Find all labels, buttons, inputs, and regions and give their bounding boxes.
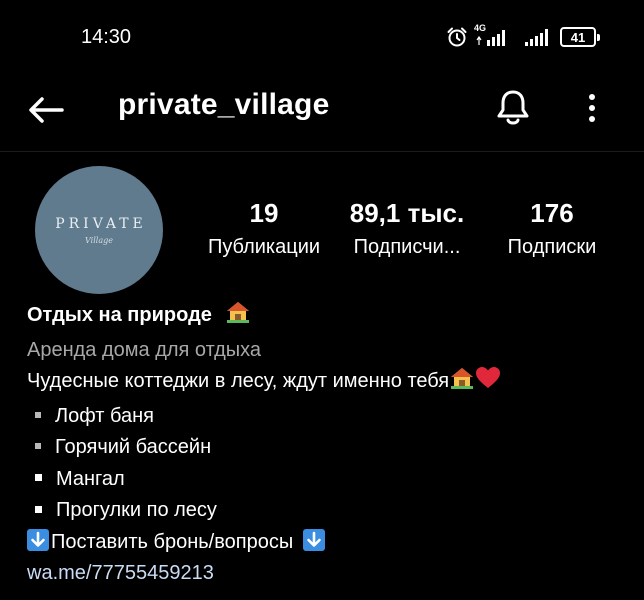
notifications-button[interactable]	[491, 86, 535, 130]
amenity-label: Горячий бассейн	[55, 436, 212, 458]
stat-posts-value: 19	[249, 198, 279, 228]
bio-name-line: Отдых на природе	[27, 300, 627, 335]
back-arrow-icon	[29, 97, 64, 123]
status-time: 14:30	[81, 26, 132, 48]
stat-following-value: 176	[530, 198, 574, 228]
bio-description: Чудесные коттеджи в лесу, ждут именно те…	[27, 370, 450, 392]
more-options-button[interactable]	[572, 86, 612, 130]
bio-name: Отдых на природе	[27, 304, 212, 326]
amenity-label: Мангал	[56, 467, 125, 490]
profile-bio: Отдых на природе Аренда дома для отдыха …	[27, 300, 627, 590]
bio-cta-line: Поставить бронь/вопросы	[27, 527, 627, 559]
heart-emoji-icon	[475, 366, 501, 401]
signal-icon: 4G	[474, 23, 516, 49]
bio-cta: Поставить бронь/вопросы	[51, 530, 294, 553]
bio-description-line: Чудесные коттеджи в лесу, ждут именно те…	[27, 366, 627, 401]
bio-link[interactable]: wa.me/77755459213	[27, 558, 627, 590]
bullet-icon	[35, 411, 41, 418]
signal-icon-2	[522, 25, 552, 49]
down-arrow-emoji-icon	[302, 528, 325, 551]
alarm-icon	[446, 26, 468, 48]
status-bar: 14:30 4G 41	[0, 0, 644, 76]
amenity-item: Мангал	[27, 464, 627, 496]
stat-following[interactable]: 176 Подписки	[494, 196, 610, 260]
bio-category: Аренда дома для отдыха	[27, 338, 262, 361]
battery-icon: 41	[560, 27, 600, 47]
stat-posts[interactable]: 19 Публикации	[196, 196, 332, 260]
bell-icon	[497, 90, 529, 125]
back-button[interactable]	[24, 90, 68, 130]
amenity-label: Прогулки по лесу	[56, 499, 217, 521]
more-vertical-icon	[589, 94, 595, 122]
house-emoji-icon	[449, 366, 475, 401]
bullet-icon	[35, 505, 42, 513]
stat-followers-label: Подписчи...	[353, 236, 461, 258]
profile-username: private_village	[118, 88, 330, 121]
down-arrow-emoji-icon	[27, 528, 49, 551]
bullet-icon	[35, 474, 42, 482]
stat-following-label: Подписки	[507, 236, 597, 258]
amenity-label: Лофт баня	[55, 404, 154, 427]
battery-level: 41	[570, 29, 586, 45]
stat-posts-label: Публикации	[207, 236, 321, 258]
bullet-icon	[35, 443, 41, 450]
amenity-item: Горячий бассейн	[27, 432, 627, 464]
amenity-item: Прогулки по лесу	[27, 495, 627, 527]
stat-followers-value: 89,1 тыс.	[349, 198, 465, 228]
profile-header: private_village	[0, 76, 644, 152]
profile-stats: 19 Публикации 89,1 тыс. Подписчи... 176 …	[0, 196, 644, 276]
status-icons: 4G 41	[446, 23, 600, 50]
stat-followers[interactable]: 89,1 тыс. Подписчи...	[340, 196, 474, 260]
amenity-item: Лофт баня	[27, 401, 627, 433]
house-emoji-icon	[225, 300, 251, 335]
